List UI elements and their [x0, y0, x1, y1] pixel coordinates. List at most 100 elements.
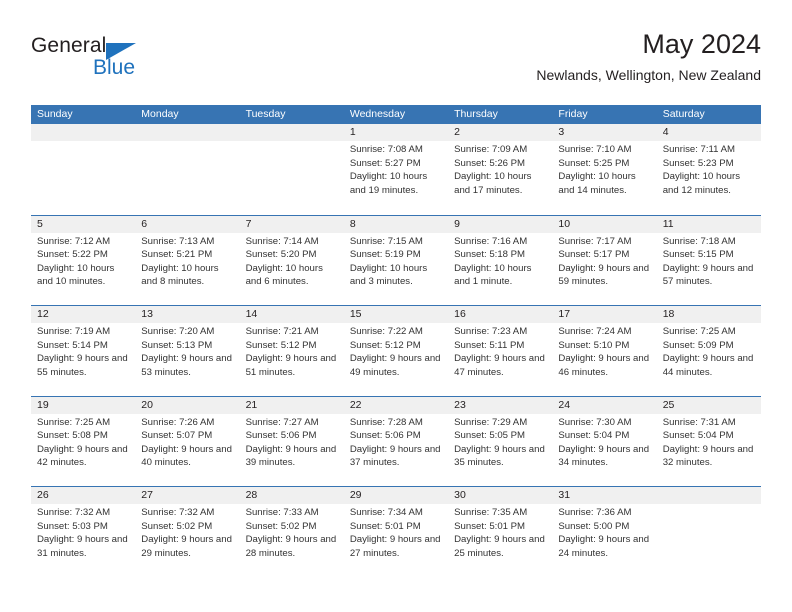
daylight-text: Daylight: 9 hours and 24 minutes.: [558, 534, 650, 559]
day-cell[interactable]: 25 Sunrise: 7:31 AM Sunset: 5:04 PM Dayligh…: [656, 396, 761, 486]
day-number: 18: [662, 308, 675, 320]
day-cell[interactable]: 21 Sunrise: 7:27 AM Sunset: 5:06 PM Dayligh…: [239, 396, 344, 486]
day-details: Sunrise: 7:13 AM Sunset: 5:21 PM Daylight:…: [135, 233, 239, 289]
day-number: 3: [558, 126, 565, 138]
brand-name-bottom: Blue: [93, 56, 136, 79]
day-cell[interactable]: 8 Sunrise: 7:15 AM Sunset: 5:19 PM Daylight…: [343, 215, 449, 305]
sunrise-text: Sunrise: 7:26 AM: [141, 416, 215, 428]
day-number: 28: [245, 489, 258, 501]
sunrise-text: Sunrise: 7:32 AM: [37, 507, 111, 518]
day-cell[interactable]: 6 Sunrise: 7:13 AM Sunset: 5:21 PM Daylight…: [135, 215, 240, 305]
sunrise-text: Sunrise: 7:12 AM: [37, 235, 111, 247]
sunset-text: Sunset: 5:07 PM: [141, 430, 213, 442]
day-cell[interactable]: 19 Sunrise: 7:25 AM Sunset: 5:08 PM Dayligh…: [31, 396, 136, 486]
day-details: Sunrise: 7:22 AM Sunset: 5:12 PM Daylight:…: [344, 323, 448, 379]
sunrise-text: Sunrise: 7:30 AM: [558, 416, 632, 428]
day-cell[interactable]: 13 Sunrise: 7:20 AM Sunset: 5:13 PM Dayligh…: [135, 306, 240, 396]
weekday-header-tuesday: Tuesday: [245, 108, 286, 120]
sunset-text: Sunset: 5:04 PM: [558, 430, 630, 442]
day-number-band: 29: [343, 487, 449, 504]
sunrise-text: Sunrise: 7:16 AM: [454, 235, 528, 247]
day-details: Sunrise: 7:17 AM Sunset: 5:17 PM Daylight:…: [552, 233, 656, 289]
day-cell[interactable]: 3 Sunrise: 7:10 AM Sunset: 5:25 PM Daylight…: [552, 124, 657, 215]
day-number: 9: [454, 217, 460, 230]
day-number-band: 18: [656, 306, 761, 323]
sunset-text: Sunset: 5:19 PM: [349, 249, 421, 261]
sunrise-text: Sunrise: 7:10 AM: [558, 144, 632, 155]
daylight-text: Daylight: 10 hours and 8 minutes.: [141, 262, 219, 288]
daylight-text: Daylight: 9 hours and 32 minutes.: [662, 443, 754, 469]
daylight-text: Daylight: 9 hours and 47 minutes.: [454, 353, 545, 378]
sunset-text: Sunset: 5:23 PM: [662, 157, 734, 169]
day-cell[interactable]: 29 Sunrise: 7:34 AM Sunset: 5:01 PM Dayligh…: [343, 487, 449, 577]
day-details: Sunrise: 7:30 AM Sunset: 5:04 PM Daylight:…: [552, 414, 656, 470]
page-header: General Blue May 2024 Newlands, Wellingt…: [31, 28, 761, 98]
sunrise-text: Sunrise: 7:08 AM: [349, 144, 423, 155]
day-details: Sunrise: 7:32 AM Sunset: 5:03 PM Daylight:…: [31, 504, 135, 560]
day-cell[interactable]: 18 Sunrise: 7:25 AM Sunset: 5:09 PM Dayligh…: [656, 306, 761, 396]
title-block: May 2024 Newlands, Wellington, New Zeala…: [536, 28, 761, 85]
daylight-text: Daylight: 10 hours and 3 minutes.: [349, 262, 428, 288]
day-number-band: 3: [552, 124, 657, 141]
day-cell[interactable]: 9 Sunrise: 7:16 AM Sunset: 5:18 PM Daylight…: [448, 215, 553, 305]
day-cell[interactable]: 11 Sunrise: 7:18 AM Sunset: 5:15 PM Dayligh…: [656, 215, 761, 305]
day-cell[interactable]: 22 Sunrise: 7:28 AM Sunset: 5:06 PM Dayligh…: [343, 396, 449, 486]
day-cell[interactable]: 31 Sunrise: 7:36 AM Sunset: 5:00 PM Dayligh…: [552, 487, 657, 577]
brand-logo[interactable]: General Blue: [31, 34, 231, 90]
day-cell[interactable]: 12 Sunrise: 7:19 AM Sunset: 5:14 PM Dayligh…: [31, 306, 136, 396]
day-cell[interactable]: 23 Sunrise: 7:29 AM Sunset: 5:05 PM Dayligh…: [448, 396, 553, 486]
sunset-text: Sunset: 5:17 PM: [558, 249, 630, 261]
day-details: Sunrise: 7:16 AM Sunset: 5:18 PM Daylight:…: [448, 233, 552, 289]
weekday-header-saturday: Saturday: [662, 108, 705, 120]
sunset-text: Sunset: 5:05 PM: [454, 430, 526, 442]
day-number-band: 25: [656, 396, 761, 414]
day-cell[interactable]: 5 Sunrise: 7:12 AM Sunset: 5:22 PM Daylight…: [31, 215, 136, 305]
sunrise-text: Sunrise: 7:18 AM: [662, 235, 736, 247]
day-number-band: 12: [31, 306, 136, 323]
sunrise-text: Sunrise: 7:14 AM: [245, 235, 319, 247]
day-cell[interactable]: 27 Sunrise: 7:32 AM Sunset: 5:02 PM Dayligh…: [135, 487, 240, 577]
day-cell[interactable]: 30 Sunrise: 7:35 AM Sunset: 5:01 PM Dayligh…: [448, 487, 553, 577]
day-number-band: 8: [343, 215, 449, 233]
day-number-band: 16: [448, 306, 553, 323]
daylight-text: Daylight: 9 hours and 25 minutes.: [454, 534, 545, 559]
day-cell[interactable]: 2 Sunrise: 7:09 AM Sunset: 5:26 PM Daylight…: [448, 124, 553, 215]
day-cell[interactable]: 16 Sunrise: 7:23 AM Sunset: 5:11 PM Dayligh…: [448, 306, 553, 396]
day-cell[interactable]: 4 Sunrise: 7:11 AM Sunset: 5:23 PM Daylight…: [656, 124, 761, 215]
day-cell[interactable]: 7 Sunrise: 7:14 AM Sunset: 5:20 PM Daylight…: [239, 215, 344, 305]
calendar-week-row: 12 Sunrise: 7:19 AM Sunset: 5:14 PM Dayligh…: [31, 305, 761, 396]
sunrise-text: Sunrise: 7:17 AM: [558, 235, 632, 247]
day-number: 24: [558, 398, 571, 411]
day-cell[interactable]: 10 Sunrise: 7:17 AM Sunset: 5:17 PM Dayligh…: [552, 215, 657, 305]
day-cell[interactable]: 20 Sunrise: 7:26 AM Sunset: 5:07 PM Dayligh…: [135, 396, 240, 486]
daylight-text: Daylight: 10 hours and 10 minutes.: [37, 262, 115, 288]
day-details: Sunrise: 7:19 AM Sunset: 5:14 PM Daylight:…: [31, 323, 135, 379]
day-details: Sunrise: 7:11 AM Sunset: 5:23 PM Daylight:…: [657, 141, 761, 197]
day-cell[interactable]: 26 Sunrise: 7:32 AM Sunset: 5:03 PM Dayligh…: [31, 487, 136, 577]
day-number-band: 19: [31, 396, 136, 414]
day-number: 8: [349, 217, 356, 230]
daylight-text: Daylight: 9 hours and 29 minutes.: [141, 534, 232, 559]
day-number-band: 6: [135, 215, 240, 233]
day-cell[interactable]: 1 Sunrise: 7:08 AM Sunset: 5:27 PM Daylight…: [343, 124, 449, 215]
daylight-text: Daylight: 9 hours and 40 minutes.: [141, 443, 232, 469]
day-cell[interactable]: 24 Sunrise: 7:30 AM Sunset: 5:04 PM Dayligh…: [552, 396, 657, 486]
sunset-text: Sunset: 5:20 PM: [245, 249, 317, 261]
day-number: 17: [558, 308, 571, 320]
sunrise-text: Sunrise: 7:33 AM: [245, 507, 319, 518]
day-details: Sunrise: 7:29 AM Sunset: 5:05 PM Daylight:…: [448, 414, 552, 470]
day-details: Sunrise: 7:28 AM Sunset: 5:06 PM Daylight:…: [344, 414, 448, 470]
sunrise-text: Sunrise: 7:28 AM: [349, 416, 423, 428]
sunset-text: Sunset: 5:27 PM: [349, 157, 421, 169]
day-cell[interactable]: 28 Sunrise: 7:33 AM Sunset: 5:02 PM Dayligh…: [239, 487, 344, 577]
day-cell[interactable]: 15 Sunrise: 7:22 AM Sunset: 5:12 PM Dayligh…: [343, 306, 449, 396]
sunset-text: Sunset: 5:01 PM: [349, 520, 421, 532]
day-number: 31: [558, 489, 571, 501]
day-cell[interactable]: 17 Sunrise: 7:24 AM Sunset: 5:10 PM Dayligh…: [552, 306, 657, 396]
day-cell[interactable]: 14 Sunrise: 7:21 AM Sunset: 5:12 PM Dayligh…: [239, 306, 344, 396]
sunrise-text: Sunrise: 7:19 AM: [37, 326, 111, 337]
day-number: 7: [245, 217, 252, 230]
sunrise-text: Sunrise: 7:13 AM: [141, 235, 215, 247]
day-details: Sunrise: 7:14 AM Sunset: 5:20 PM Daylight:…: [240, 233, 344, 289]
sunrise-text: Sunrise: 7:15 AM: [349, 235, 423, 247]
